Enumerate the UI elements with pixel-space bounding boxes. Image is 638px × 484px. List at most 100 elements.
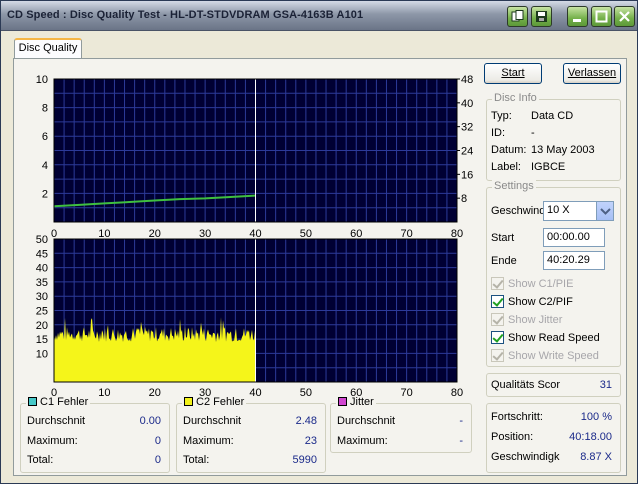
show-write-speed-checkbox[interactable]: Show Write Speed — [491, 349, 599, 362]
speed-readout-label: Geschwindigk — [491, 451, 560, 463]
position-value: 40:18.00 — [569, 431, 612, 443]
c1-maximum-label: Maximum: — [27, 435, 78, 447]
x-tick-label: 70 — [401, 387, 413, 399]
exit-button-label: Verlassen — [567, 67, 617, 79]
y-tick-label: 8 — [42, 103, 48, 115]
show-write-speed-label: Show Write Speed — [508, 349, 599, 362]
y2-tick-label: 8 — [461, 193, 467, 205]
end-time-field[interactable]: 40:20.29 — [543, 251, 605, 270]
c1-average-value: 0.00 — [139, 415, 161, 427]
c2-maximum-value: 23 — [304, 435, 317, 447]
start-time-value: 00:00.00 — [547, 231, 590, 243]
position-label: Position: — [491, 431, 534, 443]
maximize-icon[interactable] — [591, 6, 612, 27]
y2-tick-label: 24 — [461, 146, 473, 158]
jitter-title: Jitter — [350, 396, 374, 408]
y2-tick-label: 16 — [461, 169, 473, 181]
x-tick-label: 40 — [249, 387, 261, 399]
start-button-label: Start — [501, 67, 525, 79]
c2-errors-group: C2 Fehler Durchschnit 2.48 Maximum: 23 T… — [176, 396, 326, 473]
jitter-maximum-value: - — [459, 435, 463, 447]
end-time-label: Ende — [491, 255, 517, 267]
c1-total-value: 0 — [154, 454, 161, 466]
x-tick-label: 80 — [451, 387, 463, 399]
x-tick-label: 20 — [149, 387, 161, 399]
progress-group: Fortschritt: 100 % Position: 40:18.00 Ge… — [486, 403, 621, 473]
y-tick-label: 20 — [36, 320, 48, 332]
chevron-down-icon[interactable] — [596, 202, 613, 220]
speed-select[interactable]: 10 X — [543, 201, 614, 221]
progress-label: Fortschritt: — [491, 411, 543, 423]
exit-button[interactable]: Verlassen — [563, 63, 621, 84]
disc-type-value: Data CD — [531, 110, 574, 122]
disc-date-label: Datum: — [491, 144, 527, 156]
tab-disc-quality[interactable]: Disc Quality — [14, 38, 82, 59]
jitter-maximum-label: Maximum: — [337, 435, 388, 447]
start-button[interactable]: Start — [484, 63, 542, 84]
disc-info-group: Disc Info Typ: Data CD ID: - Datum: 13 M… — [486, 92, 621, 181]
jitter-color-swatch — [338, 397, 347, 406]
checkbox-box — [491, 331, 504, 344]
app-window: CD Speed : Disc Quality Test - HL-DT-STD… — [0, 0, 638, 484]
show-c2-label: Show C2/PIF — [508, 295, 573, 308]
y-tick-label: 45 — [36, 248, 48, 260]
c2-total-value: 5990 — [292, 454, 317, 466]
tab-label: Disc Quality — [18, 42, 78, 54]
c1-color-swatch — [28, 397, 37, 406]
checkbox-box — [491, 313, 504, 326]
y2-tick-label: 40 — [461, 98, 473, 110]
read-speed-chart: 246810816243240480 10 20 30 40 50 60 70 80 — [36, 74, 474, 240]
minimize-icon[interactable] — [567, 6, 588, 27]
c2-errors-legend: C2 Fehler — [182, 396, 247, 408]
y-tick-label: 25 — [36, 306, 48, 318]
x-tick-label: 50 — [300, 387, 312, 399]
show-c2-checkbox[interactable]: Show C2/PIF — [491, 295, 573, 308]
c1-errors-group: C1 Fehler Durchschnit 0.00 Maximum: 0 To… — [20, 396, 170, 473]
disc-type-label: Typ: — [491, 110, 512, 122]
y-tick-label: 2 — [42, 188, 48, 200]
jitter-group: Jitter Durchschnit - Maximum: - — [330, 396, 472, 453]
y-tick-label: 50 — [36, 234, 48, 246]
end-time-value: 40:20.29 — [547, 254, 590, 266]
show-read-speed-checkbox[interactable]: Show Read Speed — [491, 331, 600, 344]
settings-group: Settings Geschwind 10 X Start 00:00.00 E… — [486, 180, 621, 367]
disc-id-label: ID: — [491, 127, 506, 139]
start-time-label: Start — [491, 232, 515, 244]
window-title: CD Speed : Disc Quality Test - HL-DT-STD… — [7, 9, 364, 21]
c1-errors-legend: C1 Fehler — [26, 396, 91, 408]
quality-score-label: Qualitäts Scor — [491, 379, 561, 391]
y-tick-label: 10 — [36, 74, 48, 86]
save-icon[interactable] — [531, 6, 552, 27]
disc-quality-panel: 2 4 6 8 10 8 16 24 32 40 48 0 10 20 30 40 50 60 70 80 10 15 2… — [13, 58, 627, 476]
disc-label-value: IGBCE — [531, 161, 566, 173]
y2-tick-label: 48 — [461, 74, 473, 86]
c2-color-swatch — [184, 397, 193, 406]
show-c1-label: Show C1/PIE — [508, 277, 574, 290]
close-icon[interactable] — [614, 6, 635, 27]
c1-maximum-value: 0 — [154, 435, 161, 447]
y-tick-label: 6 — [42, 131, 48, 143]
show-c1-checkbox[interactable]: Show C1/PIE — [491, 277, 573, 290]
c1-average-label: Durchschnit — [27, 415, 86, 427]
start-time-field[interactable]: 00:00.00 — [543, 228, 605, 247]
c2-average-label: Durchschnit — [183, 415, 242, 427]
progress-value: 100 % — [580, 411, 612, 423]
c1-total-label: Total: — [27, 454, 54, 466]
checkbox-box — [491, 349, 504, 362]
show-read-speed-label: Show Read Speed — [508, 331, 600, 344]
y-tick-label: 30 — [36, 291, 48, 303]
disc-id-value: - — [531, 127, 535, 139]
disc-info-legend: Disc Info — [492, 92, 539, 104]
show-jitter-label: Show Jitter — [508, 313, 563, 326]
copy-icon[interactable] — [507, 6, 528, 27]
disc-label-label: Label: — [491, 161, 521, 173]
speed-select-value: 10 X — [547, 204, 570, 216]
y-tick-label: 4 — [42, 160, 48, 172]
jitter-average-label: Durchschnit — [337, 415, 396, 427]
y-tick-label: 15 — [36, 334, 48, 346]
show-jitter-checkbox[interactable]: Show Jitter — [491, 313, 562, 326]
jitter-legend: Jitter — [336, 396, 376, 408]
c1-errors-title: C1 Fehler — [40, 396, 89, 408]
c2-errors-title: C2 Fehler — [196, 396, 245, 408]
settings-legend: Settings — [492, 180, 536, 192]
